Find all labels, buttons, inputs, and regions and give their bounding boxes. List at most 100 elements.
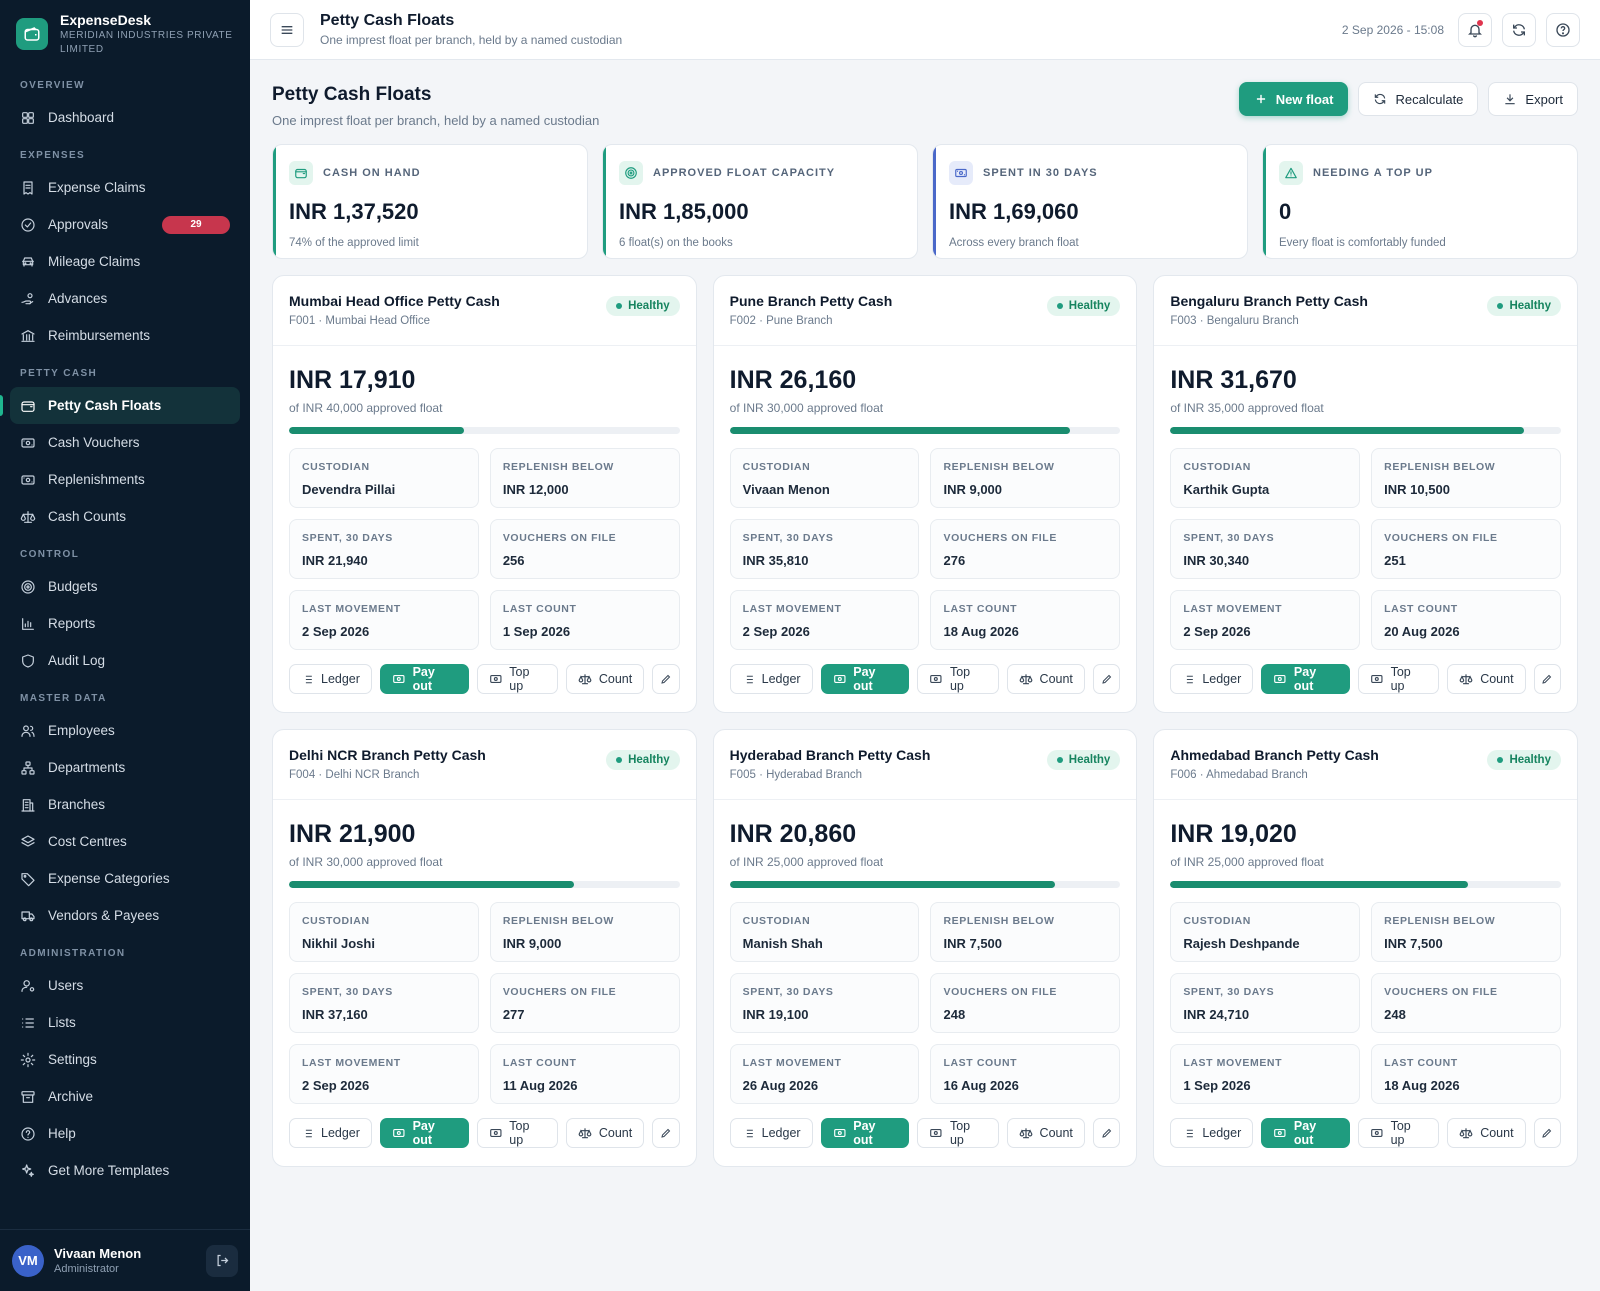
sidebar-item-dashboard[interactable]: Dashboard xyxy=(10,99,240,136)
count-button[interactable]: Count xyxy=(1006,1118,1085,1148)
download-icon xyxy=(1505,94,1516,105)
sidebar-item-users[interactable]: Users xyxy=(10,967,240,1004)
pencil-icon xyxy=(661,1128,671,1138)
pay-out-button[interactable]: Pay out xyxy=(379,664,469,694)
ledger-button[interactable]: Ledger xyxy=(1170,1118,1254,1148)
last-movement-value: 2 Sep 2026 xyxy=(742,624,810,639)
recalculate-button[interactable]: Recalculate xyxy=(1358,82,1479,116)
float-name[interactable]: Pune Branch Petty Cash xyxy=(730,293,893,309)
sidebar-item-replenishments[interactable]: Replenishments xyxy=(10,461,240,498)
sidebar-item-cash-vouchers[interactable]: Cash Vouchers xyxy=(10,424,240,461)
float-card: Ahmedabad Branch Petty Cash F006 · Ahmeda… xyxy=(1153,729,1578,1167)
top-up-button[interactable]: Top up xyxy=(917,664,999,694)
sidebar-item-settings[interactable]: Settings xyxy=(10,1041,240,1078)
banknote-icon xyxy=(1371,675,1383,683)
pay-out-button[interactable]: Pay out xyxy=(820,664,910,694)
top-up-button[interactable]: Top up xyxy=(476,664,558,694)
edit-button[interactable] xyxy=(1533,664,1561,694)
pay-out-button[interactable]: Pay out xyxy=(1261,664,1350,694)
refresh-button[interactable] xyxy=(1502,12,1536,47)
sidebar-item-petty-cash-floats[interactable]: Petty Cash Floats xyxy=(0,387,240,424)
float-name[interactable]: Delhi NCR Branch Petty Cash xyxy=(289,747,486,763)
sidebar-item-label: Replenishments xyxy=(48,472,145,487)
edit-button[interactable] xyxy=(652,664,680,694)
float-progress-bar xyxy=(289,427,680,434)
menu-toggle-button[interactable] xyxy=(270,12,304,47)
count-button[interactable]: Count xyxy=(565,1118,645,1148)
ledger-button[interactable]: Ledger xyxy=(729,1118,813,1148)
sidebar-item-employees[interactable]: Employees xyxy=(10,712,240,749)
sidebar-item-label: Expense Claims xyxy=(48,180,146,195)
sidebar-item-mileage-claims[interactable]: Mileage Claims xyxy=(10,243,240,280)
pay-out-button[interactable]: Pay out xyxy=(820,1118,910,1148)
edit-button[interactable] xyxy=(652,1118,680,1148)
top-up-button[interactable]: Top up xyxy=(1357,664,1440,694)
sidebar-item-departments[interactable]: Departments xyxy=(10,749,240,786)
page-subtitle: One imprest float per branch, held by a … xyxy=(272,113,600,128)
export-button[interactable]: Export xyxy=(1488,82,1578,116)
sidebar-item-branches[interactable]: Branches xyxy=(10,786,240,823)
banknote-icon xyxy=(1274,1129,1286,1137)
top-up-label: Top up xyxy=(1390,1119,1411,1147)
top-up-button[interactable]: Top up xyxy=(476,1118,558,1148)
spent-30-days: SPENT, 30 DAYS INR 24,710 xyxy=(1170,973,1361,1033)
vouchers-on-file-value: 277 xyxy=(502,1007,525,1022)
sidebar-item-expense-categories[interactable]: Expense Categories xyxy=(10,860,240,897)
pay-out-button[interactable]: Pay out xyxy=(379,1118,469,1148)
sidebar-item-advances[interactable]: Advances xyxy=(10,280,240,317)
sidebar-item-cash-counts[interactable]: Cash Counts xyxy=(10,498,240,535)
topbar: Petty Cash Floats One imprest float per … xyxy=(250,0,1600,60)
edit-button[interactable] xyxy=(1092,1118,1121,1148)
float-name[interactable]: Bengaluru Branch Petty Cash xyxy=(1170,293,1368,309)
scale-icon xyxy=(578,674,592,685)
custodian-value: Karthik Gupta xyxy=(1183,482,1270,497)
count-button[interactable]: Count xyxy=(1006,664,1085,694)
avatar[interactable]: VM xyxy=(12,1244,44,1277)
sidebar-item-vendors-payees[interactable]: Vendors & Payees xyxy=(10,897,240,934)
sidebar-item-label: Reports xyxy=(48,616,96,631)
float-name[interactable]: Ahmedabad Branch Petty Cash xyxy=(1170,747,1379,763)
last-count: LAST COUNT 11 Aug 2026 xyxy=(489,1044,680,1104)
sidebar-item-help[interactable]: Help xyxy=(10,1115,240,1152)
sidebar-item-expense-claims[interactable]: Expense Claims xyxy=(10,169,240,206)
help-button[interactable] xyxy=(1546,12,1580,47)
sidebar-item-reports[interactable]: Reports xyxy=(10,605,240,642)
count-button[interactable]: Count xyxy=(565,664,645,694)
hand-coin-icon xyxy=(21,292,34,304)
logout-button[interactable] xyxy=(206,1244,238,1277)
sidebar-item-cost-centres[interactable]: Cost Centres xyxy=(10,823,240,860)
float-progress-fill xyxy=(289,427,464,434)
top-up-button[interactable]: Top up xyxy=(1357,1118,1440,1148)
new-float-button[interactable]: New float xyxy=(1238,82,1349,116)
last-count: LAST COUNT 16 Aug 2026 xyxy=(930,1044,1121,1104)
float-name[interactable]: Mumbai Head Office Petty Cash xyxy=(289,293,500,309)
stat-card: SPENT IN 30 DAYS INR 1,69,060 Across every… xyxy=(932,144,1248,259)
notifications-button[interactable] xyxy=(1458,12,1492,47)
ledger-button[interactable]: Ledger xyxy=(289,664,372,694)
sidebar-item-approvals[interactable]: Approvals 29 xyxy=(10,206,240,243)
sidebar-item-audit-log[interactable]: Audit Log xyxy=(10,642,240,679)
edit-button[interactable] xyxy=(1092,664,1121,694)
sidebar-item-lists[interactable]: Lists xyxy=(10,1004,240,1041)
pay-out-button[interactable]: Pay out xyxy=(1261,1118,1350,1148)
ledger-button[interactable]: Ledger xyxy=(1170,664,1254,694)
sidebar: ExpenseDesk MERIDIAN INDUSTRIES PRIVATE … xyxy=(0,0,250,1291)
custodian-value: Rajesh Deshpande xyxy=(1183,936,1300,951)
replenish-below-label: REPLENISH BELOW xyxy=(943,461,1055,473)
count-label: Count xyxy=(1039,1126,1073,1140)
pencil-icon xyxy=(1101,1128,1111,1138)
vouchers-on-file: VOUCHERS ON FILE 251 xyxy=(1371,519,1561,579)
float-name[interactable]: Hyderabad Branch Petty Cash xyxy=(730,747,931,763)
sidebar-item-reimbursements[interactable]: Reimbursements xyxy=(10,317,240,354)
edit-button[interactable] xyxy=(1533,1118,1561,1148)
count-button[interactable]: Count xyxy=(1447,664,1526,694)
sidebar-item-budgets[interactable]: Budgets xyxy=(10,568,240,605)
ledger-button[interactable]: Ledger xyxy=(729,664,813,694)
ledger-button[interactable]: Ledger xyxy=(289,1118,372,1148)
archive-icon xyxy=(21,1090,35,1103)
sidebar-item-get-more-templates[interactable]: Get More Templates xyxy=(10,1152,240,1189)
count-button[interactable]: Count xyxy=(1447,1118,1526,1148)
top-up-button[interactable]: Top up xyxy=(917,1118,999,1148)
sidebar-item-archive[interactable]: Archive xyxy=(10,1078,240,1115)
help-icon xyxy=(1556,22,1570,37)
